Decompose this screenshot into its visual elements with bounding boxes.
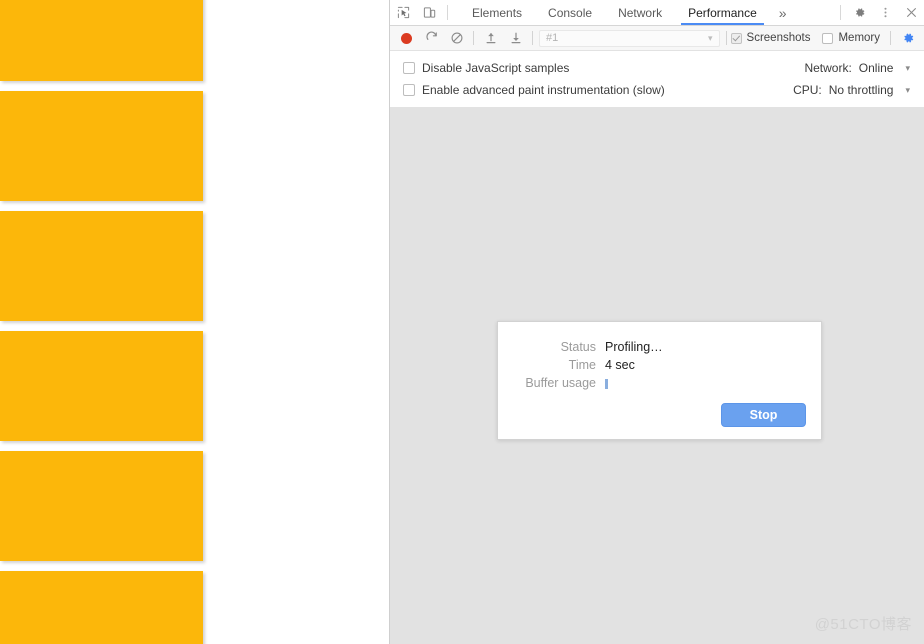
devtools-tabbar: Elements Console Network Performance » (390, 0, 924, 26)
page-scrollbar-track[interactable] (377, 0, 389, 644)
performance-timeline-area: Status Profiling… Time 4 sec Buffer usag… (390, 107, 924, 644)
paint-instrumentation-label: Enable advanced paint instrumentation (s… (422, 83, 665, 97)
memory-checkbox[interactable]: Memory (822, 32, 880, 44)
web-page-viewport[interactable] (0, 0, 389, 644)
more-tabs-button[interactable]: » (770, 0, 796, 25)
recording-history-select[interactable]: #1 ▾ (539, 29, 720, 47)
screenshots-label: Screenshots (746, 32, 811, 44)
settings-row-paint-instrumentation: Enable advanced paint instrumentation (s… (390, 79, 924, 101)
more-vertical-icon[interactable] (872, 0, 898, 25)
status-dialog-rows: Status Profiling… Time 4 sec Buffer usag… (498, 322, 821, 394)
chevron-down-icon[interactable]: ▾ (905, 63, 910, 74)
screenshots-checkbox-box (730, 32, 742, 44)
status-label: Status (560, 340, 596, 354)
record-toolbar: #1 ▾ Screenshots Memory (390, 26, 924, 51)
buffer-usage-value (605, 376, 608, 390)
card-gap (0, 81, 389, 91)
cpu-throttling-control[interactable]: CPU: No throttling ▾ (793, 83, 910, 97)
devtools-panel: Elements Console Network Performance » #… (389, 0, 924, 644)
record-toolbar-divider-3 (725, 31, 727, 45)
buffer-usage-label: Buffer usage (525, 376, 596, 390)
card-gap (0, 321, 389, 331)
card-gap (0, 201, 389, 211)
record-toolbar-divider-2 (532, 31, 533, 45)
time-value: 4 sec (605, 358, 635, 372)
tab-console[interactable]: Console (535, 0, 605, 25)
amber-card (0, 91, 203, 201)
amber-card (0, 0, 203, 81)
time-row: Time 4 sec (498, 358, 821, 376)
recording-history-value: #1 (546, 32, 559, 44)
devtools-tabs: Elements Console Network Performance (459, 0, 770, 25)
status-value: Profiling… (605, 340, 663, 354)
stop-button[interactable]: Stop (721, 403, 806, 427)
capture-settings-gear-icon[interactable] (895, 26, 920, 50)
reload-and-record-button[interactable] (419, 26, 444, 50)
settings-row-js-samples: Disable JavaScript samples Network: Onli… (390, 57, 924, 79)
clear-button[interactable] (444, 26, 469, 50)
record-toolbar-divider-1 (473, 31, 474, 45)
time-label: Time (568, 358, 596, 372)
recording-status-dialog: Status Profiling… Time 4 sec Buffer usag… (497, 321, 822, 440)
device-toolbar-icon[interactable] (416, 0, 442, 25)
amber-card (0, 331, 203, 441)
amber-card (0, 451, 203, 561)
disable-js-samples-checkbox[interactable]: Disable JavaScript samples (403, 61, 569, 75)
amber-card (0, 571, 203, 644)
close-icon[interactable] (898, 0, 924, 25)
memory-checkbox-box (822, 32, 834, 44)
inspect-element-icon[interactable] (390, 0, 416, 25)
disable-js-samples-box (403, 62, 415, 74)
network-label: Network: (804, 61, 852, 75)
chevron-down-icon: ▾ (708, 32, 713, 43)
capture-settings-pane: Disable JavaScript samples Network: Onli… (390, 51, 924, 109)
screenshots-checkbox[interactable]: Screenshots (730, 32, 811, 44)
amber-card-list (0, 0, 389, 644)
tab-network[interactable]: Network (605, 0, 675, 25)
paint-instrumentation-box (403, 84, 415, 96)
cpu-value: No throttling (828, 83, 894, 97)
tabbar-right-actions (835, 0, 924, 25)
tab-elements[interactable]: Elements (459, 0, 535, 25)
amber-card (0, 211, 203, 321)
status-row: Status Profiling… (498, 340, 821, 358)
save-profile-button[interactable] (503, 26, 528, 50)
tabbar-divider (447, 5, 448, 20)
chevron-down-icon[interactable]: ▾ (905, 85, 910, 96)
card-gap (0, 561, 389, 571)
load-profile-button[interactable] (478, 26, 503, 50)
cpu-label: CPU: (793, 83, 822, 97)
tabbar-divider-right (840, 5, 841, 20)
paint-instrumentation-checkbox[interactable]: Enable advanced paint instrumentation (s… (403, 83, 665, 97)
disable-js-samples-label: Disable JavaScript samples (422, 61, 570, 75)
watermark: @51CTO博客 (814, 616, 912, 633)
record-toolbar-divider-4 (890, 31, 891, 45)
buffer-usage-bar (605, 378, 608, 389)
network-value: Online (858, 61, 894, 75)
buffer-usage-row: Buffer usage (498, 376, 821, 394)
tab-performance[interactable]: Performance (675, 0, 770, 25)
gear-icon[interactable] (846, 0, 872, 25)
memory-label: Memory (838, 32, 880, 44)
network-throttling-control[interactable]: Network: Online ▾ (804, 61, 910, 75)
card-gap (0, 441, 389, 451)
record-button[interactable] (394, 26, 419, 50)
